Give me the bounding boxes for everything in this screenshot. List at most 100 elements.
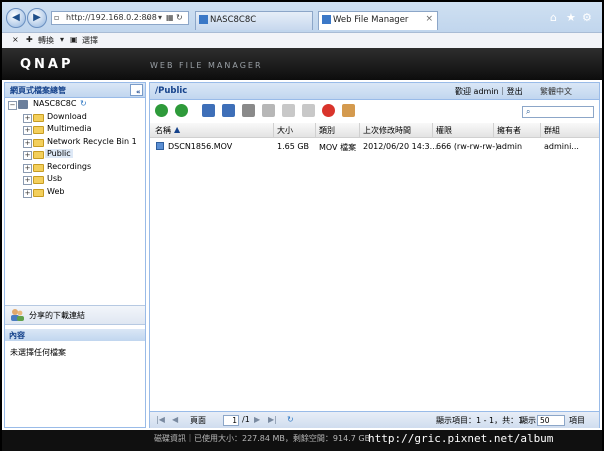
sidebar-item-recordings[interactable]: + Recordings (23, 162, 143, 174)
paste-icon[interactable] (302, 104, 315, 117)
sidebar-item-multimedia[interactable]: + Multimedia (23, 124, 143, 136)
language-select[interactable]: 繁體中文 (540, 86, 572, 97)
welcome-logout[interactable]: 歡迎 admin｜登出 (455, 86, 523, 97)
current-path: /Public (155, 86, 188, 96)
folder-icon (33, 151, 44, 159)
column-divider (315, 123, 316, 137)
disk-info: 磁碟資訊｜已使用大小：227.84 MB，剩餘空間：914.7 GB (154, 434, 371, 443)
file-type: MOV 檔案 (319, 143, 357, 152)
sidebar-item-public[interactable]: + Public (23, 149, 143, 161)
column-divider (432, 123, 433, 137)
tab-strip: ◀ ▶ ▫ http://192.168.0.2:808 ⌕ ▾ ▦ ↻ NAS… (2, 2, 602, 32)
prev-page-icon[interactable]: ◀ (172, 415, 178, 424)
double-chevron-left-icon: « (136, 88, 141, 96)
address-url: http://192.168.0.2:808 (66, 13, 157, 22)
tab-web-file-manager[interactable]: Web File Manager × (318, 11, 438, 30)
next-page-icon[interactable]: ▶ (254, 415, 260, 424)
search-icon[interactable]: ⌕ (146, 13, 150, 23)
sidebar-item-download[interactable]: + Download (23, 112, 143, 124)
column-group[interactable]: 群組 (544, 125, 560, 136)
file-owner: admin (497, 142, 523, 151)
sidebar: 網頁式檔案總管 « − NASC8C8C ↻ + Download + Mult… (4, 82, 146, 428)
last-page-icon[interactable]: ▶| (268, 415, 277, 424)
expand-toggle-icon[interactable]: + (23, 126, 32, 135)
back-icon[interactable] (155, 104, 168, 117)
tab-favicon-icon (199, 15, 208, 24)
rename-icon[interactable] (262, 104, 275, 117)
back-button[interactable]: ◀ (6, 8, 26, 28)
collapse-button[interactable]: « (130, 84, 143, 96)
tree-root[interactable]: − NASC8C8C ↻ (8, 99, 138, 111)
convert-menu[interactable]: 轉換 (38, 35, 54, 46)
folder-icon (33, 176, 44, 184)
paging-toolbar: |◀ ◀ 頁面 1 /1 ▶ ▶| ↻ 顯示項目：1 - 1，共：1 顯示 50… (150, 411, 599, 428)
column-owner[interactable]: 擁有者 (497, 125, 521, 136)
tab-nasc8c8c[interactable]: NASC8C8C (195, 11, 313, 30)
sidebar-header: 網頁式檔案總管 « (5, 83, 145, 98)
collapse-toggle-icon[interactable]: − (8, 101, 17, 110)
column-size[interactable]: 大小 (277, 125, 293, 136)
close-command[interactable]: × (12, 35, 19, 44)
forward-arrow-icon: ▶ (33, 12, 41, 23)
folder-icon (33, 114, 44, 122)
table-row[interactable]: DSCN1856.MOV 1.65 GB MOV 檔案 2012/06/20 1… (150, 139, 580, 153)
address-bar[interactable]: ▫ http://192.168.0.2:808 ⌕ ▾ ▦ ↻ (51, 11, 189, 25)
home-icon[interactable]: ⌂ (550, 11, 557, 24)
column-type[interactable]: 類別 (319, 125, 335, 136)
window-frame: ◀ ▶ ▫ http://192.168.0.2:808 ⌕ ▾ ▦ ↻ NAS… (0, 0, 604, 451)
forward-button[interactable]: ▶ (27, 8, 47, 28)
sidebar-item-web[interactable]: + Web (23, 187, 143, 199)
sidebar-item-usb[interactable]: + Usb (23, 174, 143, 186)
select-icon[interactable]: ▣ (70, 35, 78, 44)
settings-gear-icon[interactable]: ⚙ (582, 11, 592, 24)
close-tab-icon[interactable]: × (425, 14, 433, 24)
compat-icon[interactable]: ▦ (166, 13, 174, 22)
video-file-icon (156, 142, 164, 150)
select-menu[interactable]: 選擇 (82, 35, 98, 46)
expand-toggle-icon[interactable]: + (23, 176, 32, 185)
delete-icon[interactable] (322, 104, 335, 117)
column-name[interactable]: 名稱 (155, 125, 171, 136)
file-panel: /Public 歡迎 admin｜登出 繁體中文 ⌕ 名稱 ▲ 大小 類別 上次… (149, 82, 600, 428)
column-divider (493, 123, 494, 137)
column-divider (540, 123, 541, 137)
per-page-select[interactable]: 50 (537, 415, 565, 426)
expand-toggle-icon[interactable]: + (23, 189, 32, 198)
search-input[interactable]: ⌕ (522, 106, 594, 118)
download-icon[interactable] (242, 104, 255, 117)
favorites-icon[interactable]: ★ (566, 11, 576, 24)
shared-download-links[interactable]: 分享的下載連結 (5, 305, 145, 325)
expand-toggle-icon[interactable]: + (23, 151, 32, 160)
file-modified: 2012/06/20 14:3... (363, 142, 438, 151)
refresh-icon[interactable]: ↻ (176, 13, 183, 22)
first-page-icon[interactable]: |◀ (156, 415, 165, 424)
page-number-input[interactable]: 1 (223, 415, 239, 426)
expand-toggle-icon[interactable]: + (23, 139, 32, 148)
content-empty-text: 未選擇任何檔案 (10, 348, 66, 357)
refresh-icon[interactable]: ↻ (80, 99, 87, 108)
users-share-icon (11, 309, 24, 321)
translate-icon[interactable]: ✚ (26, 35, 33, 44)
dropdown-icon[interactable]: ▾ (158, 13, 162, 22)
page-total: /1 (242, 415, 250, 424)
qnap-logo: QNAP (20, 57, 74, 72)
chevron-down-icon[interactable]: ▾ (60, 35, 64, 44)
tree-root-label: NASC8C8C (33, 99, 77, 108)
refresh-icon[interactable]: ↻ (287, 415, 294, 424)
sidebar-item-label: Network Recycle Bin 1 (47, 137, 137, 146)
shared-download-links-label: 分享的下載連結 (29, 311, 85, 320)
column-permission[interactable]: 權限 (436, 125, 452, 136)
copy-icon[interactable] (282, 104, 295, 117)
expand-toggle-icon[interactable]: + (23, 114, 32, 123)
refresh-icon[interactable] (175, 104, 188, 117)
share-users-icon[interactable] (342, 104, 355, 117)
sidebar-item-network-recycle-bin[interactable]: + Network Recycle Bin 1 (23, 137, 143, 149)
new-folder-icon[interactable] (202, 104, 215, 117)
sidebar-title: 網頁式檔案總管 (10, 86, 66, 95)
tab-label: NASC8C8C (210, 15, 257, 25)
column-modified[interactable]: 上次修改時間 (363, 125, 411, 136)
sort-asc-icon: ▲ (174, 125, 181, 134)
file-group: admini... (544, 142, 579, 151)
expand-toggle-icon[interactable]: + (23, 164, 32, 173)
upload-icon[interactable] (222, 104, 235, 117)
